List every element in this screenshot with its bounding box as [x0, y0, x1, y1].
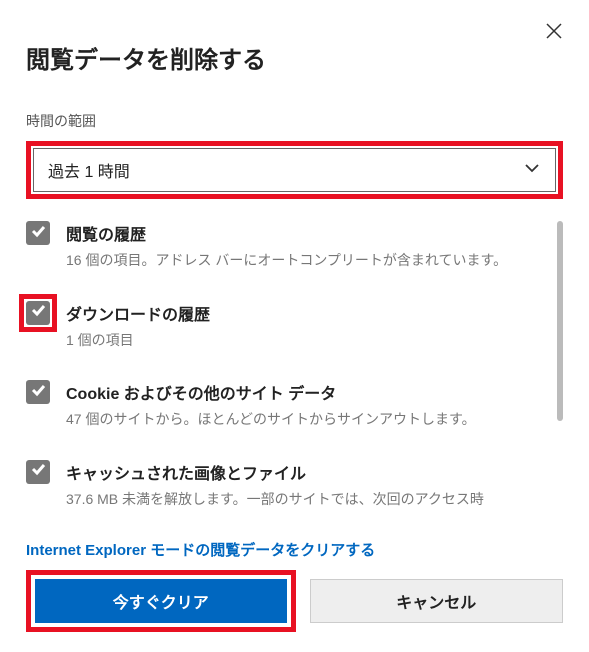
ie-mode-link[interactable]: Internet Explorer モードの閲覧データをクリアする [26, 539, 563, 560]
check-icon [30, 382, 46, 403]
item-cache: キャッシュされた画像とファイル 37.6 MB 未満を解放します。一部のサイトで… [26, 460, 547, 510]
checkbox-cache[interactable] [26, 460, 50, 484]
item-browsing-history: 閲覧の履歴 16 個の項目。アドレス バーにオートコンプリートが含まれています。 [26, 221, 547, 271]
checkbox-browsing-history[interactable] [26, 221, 50, 245]
checkbox-wrap [26, 221, 50, 245]
item-text: Cookie およびその他のサイト データ 47 個のサイトから。ほとんどのサイ… [66, 380, 547, 430]
cancel-button[interactable]: キャンセル [310, 579, 564, 623]
checkbox-download-history[interactable] [26, 301, 50, 325]
dialog-container: 閲覧データを削除する 時間の範囲 過去 1 時間 閲覧の履歴 16 個の項目。ア… [0, 0, 589, 652]
time-range-highlight: 過去 1 時間 [26, 141, 563, 199]
primary-button-highlight: 今すぐクリア [26, 570, 296, 632]
item-text: 閲覧の履歴 16 個の項目。アドレス バーにオートコンプリートが含まれています。 [66, 221, 547, 271]
time-range-select[interactable]: 過去 1 時間 [33, 148, 556, 192]
button-row: 今すぐクリア キャンセル [26, 570, 563, 652]
item-desc: 37.6 MB 未満を解放します。一部のサイトでは、次回のアクセス時 [66, 490, 547, 510]
item-desc: 16 個の項目。アドレス バーにオートコンプリートが含まれています。 [66, 251, 547, 271]
item-cookies: Cookie およびその他のサイト データ 47 個のサイトから。ほとんどのサイ… [26, 380, 547, 430]
item-desc: 1 個の項目 [66, 331, 547, 351]
item-text: キャッシュされた画像とファイル 37.6 MB 未満を解放します。一部のサイトで… [66, 460, 547, 510]
dialog-title: 閲覧データを削除する [26, 40, 563, 75]
time-range-label: 時間の範囲 [26, 111, 563, 131]
item-text: ダウンロードの履歴 1 個の項目 [66, 301, 547, 351]
item-title: キャッシュされた画像とファイル [66, 460, 547, 484]
scrollbar[interactable] [557, 221, 563, 421]
item-title: 閲覧の履歴 [66, 221, 547, 245]
check-icon [30, 302, 46, 323]
checkbox-wrap [26, 460, 50, 484]
chevron-down-icon [523, 159, 541, 182]
checkbox-wrap [26, 380, 50, 404]
checkbox-cookies[interactable] [26, 380, 50, 404]
close-button[interactable] [541, 18, 567, 47]
checkbox-highlight [19, 294, 57, 332]
item-download-history: ダウンロードの履歴 1 個の項目 [26, 301, 547, 351]
close-icon [545, 28, 563, 43]
check-icon [30, 461, 46, 482]
check-icon [30, 223, 46, 244]
items-area: 閲覧の履歴 16 個の項目。アドレス バーにオートコンプリートが含まれています。… [26, 221, 563, 509]
time-range-value: 過去 1 時間 [48, 158, 130, 182]
item-title: Cookie およびその他のサイト データ [66, 380, 547, 404]
item-title: ダウンロードの履歴 [66, 301, 547, 325]
item-desc: 47 個のサイトから。ほとんどのサイトからサインアウトします。 [66, 410, 547, 430]
clear-now-button[interactable]: 今すぐクリア [35, 579, 287, 623]
